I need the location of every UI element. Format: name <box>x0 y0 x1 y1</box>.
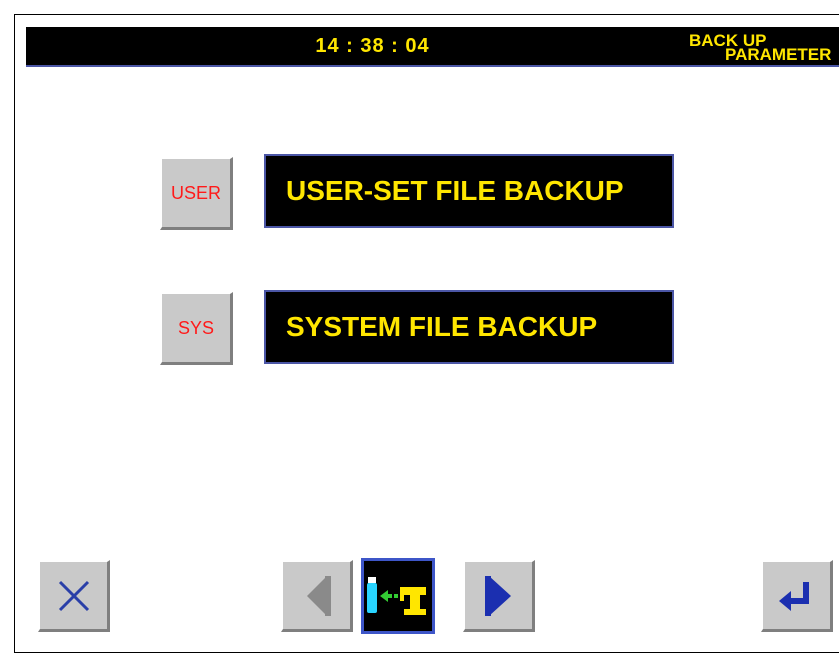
sys-button[interactable]: SYS <box>160 292 233 365</box>
close-icon <box>58 580 89 611</box>
mode-label-line2: PARAMETER <box>725 45 832 64</box>
previous-button[interactable] <box>281 560 353 632</box>
screen: 14 : 38 : 04 BACK UP PARAMETER USER USER… <box>26 27 839 639</box>
usb-backup-button[interactable] <box>361 558 435 634</box>
next-button[interactable] <box>463 560 535 632</box>
system-file-backup-label: SYSTEM FILE BACKUP <box>264 290 674 364</box>
arrow-left-icon <box>306 575 331 616</box>
enter-icon <box>778 581 809 611</box>
title-bar: 14 : 38 : 04 BACK UP PARAMETER <box>26 27 839 67</box>
usb-to-machine-icon <box>367 577 426 615</box>
user-button[interactable]: USER <box>160 157 233 230</box>
cancel-button[interactable] <box>38 560 110 632</box>
arrow-right-icon <box>484 575 511 616</box>
enter-button[interactable] <box>761 560 833 632</box>
mode-label: BACK UP PARAMETER <box>661 29 831 63</box>
user-set-file-backup-label: USER-SET FILE BACKUP <box>264 154 674 228</box>
